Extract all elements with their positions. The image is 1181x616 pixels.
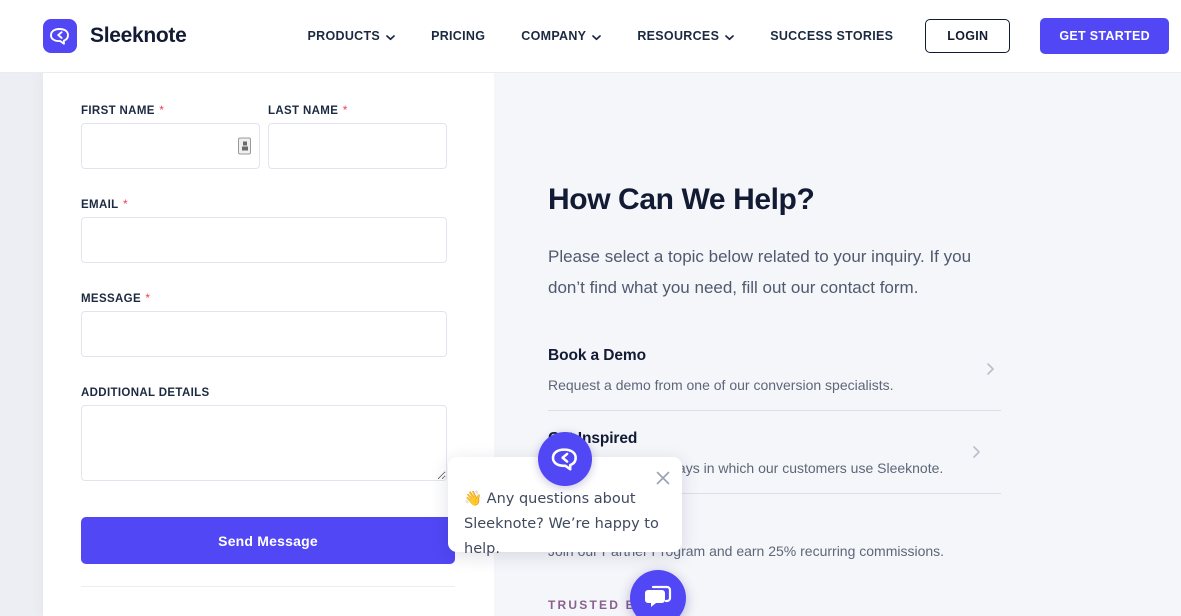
additional-details-field-wrap — [81, 405, 447, 481]
close-icon[interactable] — [654, 469, 672, 487]
topic-title: Book a Demo — [548, 347, 646, 364]
required-marker: * — [342, 103, 348, 117]
brand-logo-link[interactable]: Sleeknote — [43, 19, 187, 53]
nav-item-pricing[interactable]: PRICING — [413, 29, 503, 43]
chat-avatar[interactable] — [538, 432, 592, 486]
chevron-down-icon — [725, 31, 735, 40]
first-name-field-wrap — [81, 123, 260, 169]
page-body: FIRST NAME * LAST NAME * EMAIL * MESSAGE… — [0, 73, 1181, 616]
nav-item-resources[interactable]: RESOURCES — [619, 29, 752, 43]
topic-item-book-a-demo[interactable]: Book a Demo Request a demo from one of o… — [548, 328, 1001, 411]
email-label: EMAIL * — [81, 197, 128, 211]
required-marker: * — [145, 291, 151, 305]
chat-message-text: 👋 Any questions about Sleeknote? We’re h… — [464, 491, 659, 557]
chevron-right-icon — [984, 363, 997, 376]
required-marker: * — [159, 103, 164, 117]
chevron-down-icon — [386, 31, 395, 40]
help-description: Please select a topic below related to y… — [548, 247, 972, 297]
left-gutter — [0, 73, 43, 616]
brand-name: Sleeknote — [90, 24, 187, 47]
email-field-wrap — [81, 217, 447, 263]
last-name-label: LAST NAME * — [268, 103, 348, 117]
first-name-input[interactable] — [81, 123, 260, 169]
main-navigation: PRODUCTS PRICING COMPANY RESOURCES SUCCE… — [290, 29, 912, 43]
site-header: Sleeknote PRODUCTS PRICING COMPANY RESOU… — [0, 0, 1181, 73]
message-input[interactable] — [81, 311, 447, 357]
message-field-wrap — [81, 311, 447, 357]
contact-card-autofill-icon[interactable] — [238, 137, 251, 155]
nav-label: PRODUCTS — [307, 29, 381, 43]
login-button[interactable]: LOGIN — [925, 19, 1011, 53]
contact-form-panel: FIRST NAME * LAST NAME * EMAIL * MESSAGE… — [43, 73, 494, 616]
last-name-input[interactable] — [268, 123, 447, 169]
first-name-label: FIRST NAME * — [81, 103, 164, 117]
chevron-right-icon — [970, 446, 983, 459]
topic-title: Get Inspired — [548, 430, 638, 447]
last-name-field-wrap — [268, 123, 447, 169]
form-divider — [81, 586, 455, 587]
message-label: MESSAGE * — [81, 291, 151, 305]
nav-item-products[interactable]: PRODUCTS — [290, 29, 414, 43]
chat-bubbles-icon — [645, 585, 672, 607]
sleeknote-speech-bubble-logo — [43, 19, 77, 53]
nav-label: COMPANY — [521, 29, 587, 43]
page-title: How Can We Help? — [548, 183, 815, 216]
nav-item-company[interactable]: COMPANY — [503, 29, 619, 43]
get-started-button[interactable]: GET STARTED — [1040, 18, 1169, 54]
topic-description: Request a demo from one of our conversio… — [548, 377, 894, 393]
nav-label: SUCCESS STORIES — [770, 29, 894, 43]
nav-label: PRICING — [431, 29, 486, 43]
nav-label: RESOURCES — [637, 29, 720, 43]
additional-details-input[interactable] — [81, 405, 447, 481]
send-message-button[interactable]: Send Message — [81, 517, 455, 564]
additional-details-label: ADDITIONAL DETAILS — [81, 387, 210, 399]
header-actions: LOGIN GET STARTED — [925, 18, 1169, 54]
required-marker: * — [122, 197, 128, 211]
email-input[interactable] — [81, 217, 447, 263]
chevron-down-icon — [592, 31, 602, 40]
nav-item-success-stories[interactable]: SUCCESS STORIES — [752, 29, 911, 43]
